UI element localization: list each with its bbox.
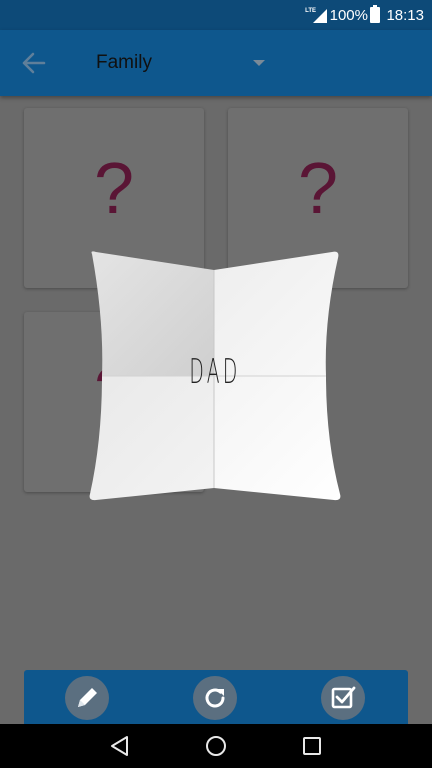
- bottom-action-bar: [24, 670, 408, 726]
- question-mark-icon: ?: [93, 149, 135, 229]
- card-word: DAD: [189, 352, 241, 392]
- refresh-button[interactable]: [193, 676, 237, 720]
- question-mark-icon: ?: [297, 149, 339, 229]
- clock: 18:13: [386, 7, 424, 24]
- page-title[interactable]: Family: [96, 52, 152, 74]
- pencil-icon: [78, 688, 97, 707]
- check-button[interactable]: [321, 676, 365, 720]
- back-triangle-icon[interactable]: [109, 735, 131, 757]
- status-bar: LTE 100% 18:13: [0, 0, 432, 30]
- checkbox-icon: [331, 686, 356, 709]
- refresh-icon: [205, 688, 225, 708]
- app-bar: Family: [0, 30, 432, 96]
- dropdown-arrow-icon[interactable]: [253, 60, 265, 66]
- home-circle-icon[interactable]: [205, 735, 227, 757]
- back-arrow-icon[interactable]: [20, 50, 48, 76]
- recents-square-icon[interactable]: [301, 735, 323, 757]
- signal-icon: [313, 9, 327, 23]
- navigation-bar: [0, 724, 432, 768]
- revealed-card[interactable]: DAD: [88, 250, 342, 502]
- edit-button[interactable]: [65, 676, 109, 720]
- battery-percent: 100%: [329, 7, 368, 24]
- battery-icon: [370, 5, 380, 23]
